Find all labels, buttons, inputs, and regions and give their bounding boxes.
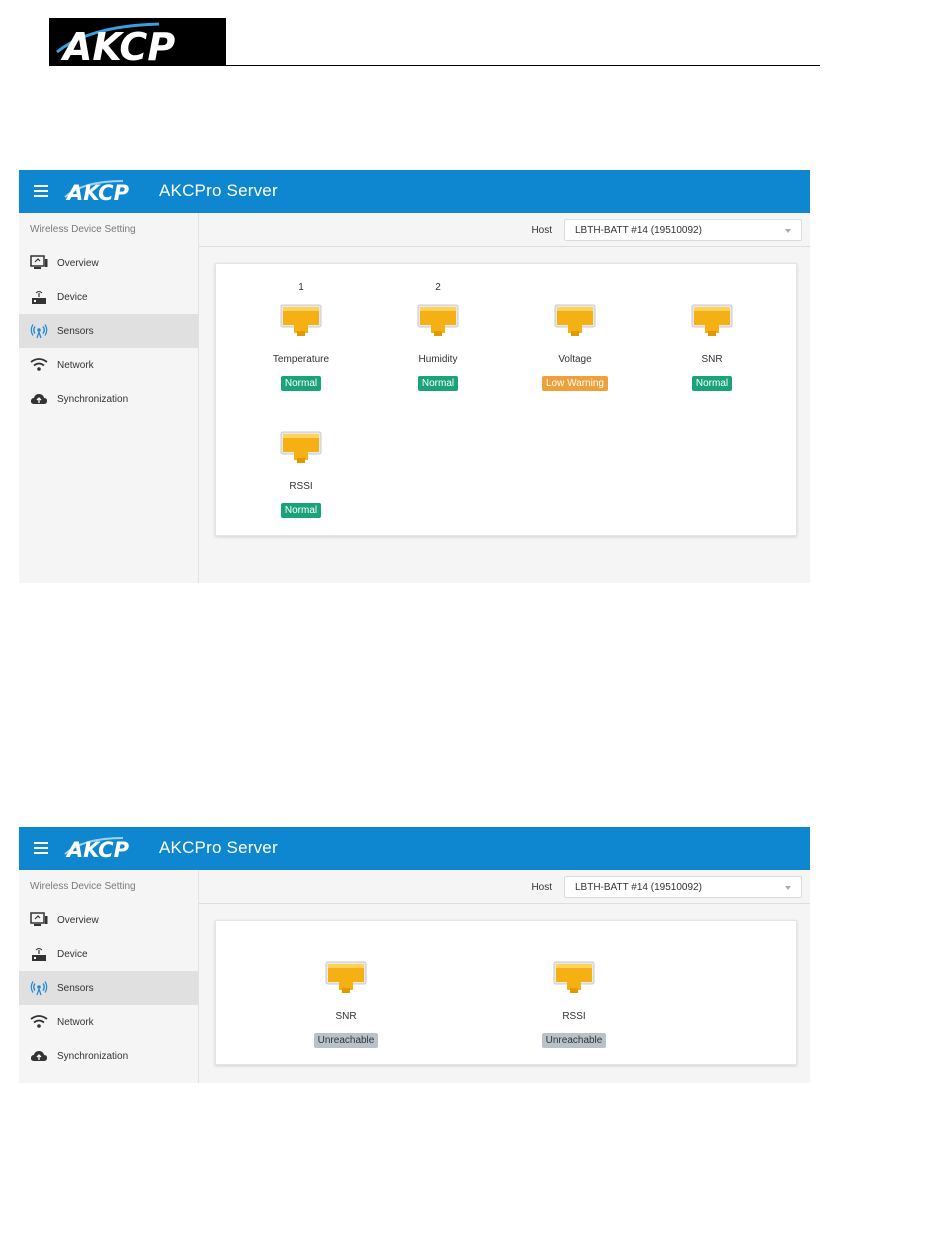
- sensor-port-icon: [417, 304, 459, 336]
- sidebar-item-overview[interactable]: Overview: [19, 903, 198, 937]
- sensor-port-icon: [691, 304, 733, 336]
- header-rule: [226, 65, 820, 66]
- chevron-down-icon: [785, 886, 791, 890]
- sensor-tile-snr[interactable]: SNR Unreachable: [286, 939, 406, 1049]
- sensor-tile-snr[interactable]: SNR Normal: [652, 282, 772, 392]
- sensors-icon: [30, 323, 48, 339]
- sensors-icon: [30, 980, 48, 996]
- akcp-document-logo: AKCP: [49, 18, 226, 66]
- status-badge: Unreachable: [541, 1033, 607, 1048]
- screenshot-sensors-unreachable: AKCP AKCPro Server Wireless Device Setti…: [19, 827, 810, 1083]
- app-topbar: AKCP AKCPro Server: [19, 170, 810, 213]
- host-select-value: LBTH-BATT #14 (19510092): [575, 225, 702, 236]
- status-badge: Normal: [691, 376, 733, 391]
- status-badge: Normal: [280, 376, 322, 391]
- sidebar-item-network[interactable]: Network: [19, 1005, 198, 1039]
- status-badge: Normal: [280, 503, 322, 518]
- sidebar-item-overview[interactable]: Overview: [19, 246, 198, 280]
- status-badge: Unreachable: [313, 1033, 379, 1048]
- host-select[interactable]: LBTH-BATT #14 (19510092): [564, 219, 802, 241]
- hamburger-menu-icon[interactable]: [34, 185, 48, 197]
- sidebar-item-label: Synchronization: [57, 393, 129, 405]
- status-badge: Normal: [417, 376, 459, 391]
- sensor-index: 1: [298, 282, 304, 293]
- sidebar-item-label: Network: [57, 359, 94, 371]
- sidebar-item-device[interactable]: Device: [19, 937, 198, 971]
- sensor-tile-voltage[interactable]: Voltage Low Warning: [515, 282, 635, 392]
- sensor-port-icon: [553, 961, 595, 993]
- overview-icon: [30, 912, 48, 928]
- sidebar: Wireless Device Setting Overview Device …: [19, 870, 199, 1083]
- sensor-name: Voltage: [558, 354, 592, 365]
- sidebar-item-synchronization[interactable]: Synchronization: [19, 382, 198, 416]
- sidebar-heading: Wireless Device Setting: [30, 881, 136, 892]
- host-bar: Host LBTH-BATT #14 (19510092): [199, 213, 810, 247]
- host-label: Host: [531, 225, 552, 236]
- wifi-icon: [30, 357, 48, 373]
- sidebar: Wireless Device Setting Overview Device …: [19, 213, 199, 583]
- sidebar-item-label: Overview: [57, 257, 99, 269]
- sidebar-item-label: Sensors: [57, 325, 94, 337]
- sensor-name: RSSI: [562, 1011, 586, 1022]
- cloud-upload-icon: [30, 391, 48, 407]
- sensor-tile-rssi[interactable]: RSSI Unreachable: [514, 939, 634, 1049]
- sidebar-heading: Wireless Device Setting: [30, 224, 136, 235]
- sensor-name: SNR: [335, 1011, 357, 1022]
- sidebar-item-network[interactable]: Network: [19, 348, 198, 382]
- chevron-down-icon: [785, 229, 791, 233]
- sidebar-item-label: Overview: [57, 914, 99, 926]
- app-topbar: AKCP AKCPro Server: [19, 827, 810, 870]
- sidebar-item-device[interactable]: Device: [19, 280, 198, 314]
- sensor-name: Temperature: [272, 354, 330, 365]
- doc-logo-text: AKCP: [60, 25, 175, 66]
- sensors-card: SNR Unreachable RSSI Unreachable: [215, 920, 797, 1065]
- overview-icon: [30, 255, 48, 271]
- screenshot-sensors-normal: AKCP AKCPro Server Wireless Device Setti…: [19, 170, 810, 583]
- topbar-logo-text: AKCP: [65, 838, 130, 860]
- akcp-logo: AKCP: [63, 179, 155, 208]
- device-icon: [30, 289, 48, 305]
- sensor-port-icon: [280, 304, 322, 336]
- sensor-port-icon: [280, 431, 322, 463]
- cloud-upload-icon: [30, 1048, 48, 1064]
- sidebar-item-label: Synchronization: [57, 1050, 129, 1062]
- sidebar-item-label: Network: [57, 1016, 94, 1028]
- sensor-port-icon: [554, 304, 596, 336]
- sensor-name: SNR: [701, 354, 723, 365]
- hamburger-menu-icon[interactable]: [34, 842, 48, 854]
- sidebar-item-synchronization[interactable]: Synchronization: [19, 1039, 198, 1073]
- sensor-index: 2: [435, 282, 441, 293]
- sensors-card: 1 Temperature Normal 2 Humidity Normal V…: [215, 263, 797, 536]
- sensor-tile-humidity[interactable]: 2 Humidity Normal: [378, 282, 498, 392]
- topbar-logo-text: AKCP: [65, 181, 130, 203]
- host-select-value: LBTH-BATT #14 (19510092): [575, 882, 702, 893]
- sensor-name: Humidity: [418, 354, 458, 365]
- sidebar-item-label: Device: [57, 948, 88, 960]
- sidebar-item-sensors[interactable]: Sensors: [19, 971, 198, 1005]
- app-title: AKCPro Server: [159, 838, 278, 857]
- sensor-tile-rssi[interactable]: RSSI Normal: [241, 409, 361, 519]
- sensor-port-icon: [325, 961, 367, 993]
- sensor-name: RSSI: [289, 481, 313, 492]
- device-icon: [30, 946, 48, 962]
- sensor-tile-temperature[interactable]: 1 Temperature Normal: [241, 282, 361, 392]
- app-title: AKCPro Server: [159, 181, 278, 200]
- sidebar-item-sensors[interactable]: Sensors: [19, 314, 198, 348]
- sidebar-item-label: Device: [57, 291, 88, 303]
- sidebar-item-label: Sensors: [57, 982, 94, 994]
- wifi-icon: [30, 1014, 48, 1030]
- host-bar: Host LBTH-BATT #14 (19510092): [199, 870, 810, 904]
- akcp-logo: AKCP: [63, 836, 155, 865]
- host-label: Host: [531, 882, 552, 893]
- status-badge: Low Warning: [542, 376, 608, 391]
- host-select[interactable]: LBTH-BATT #14 (19510092): [564, 876, 802, 898]
